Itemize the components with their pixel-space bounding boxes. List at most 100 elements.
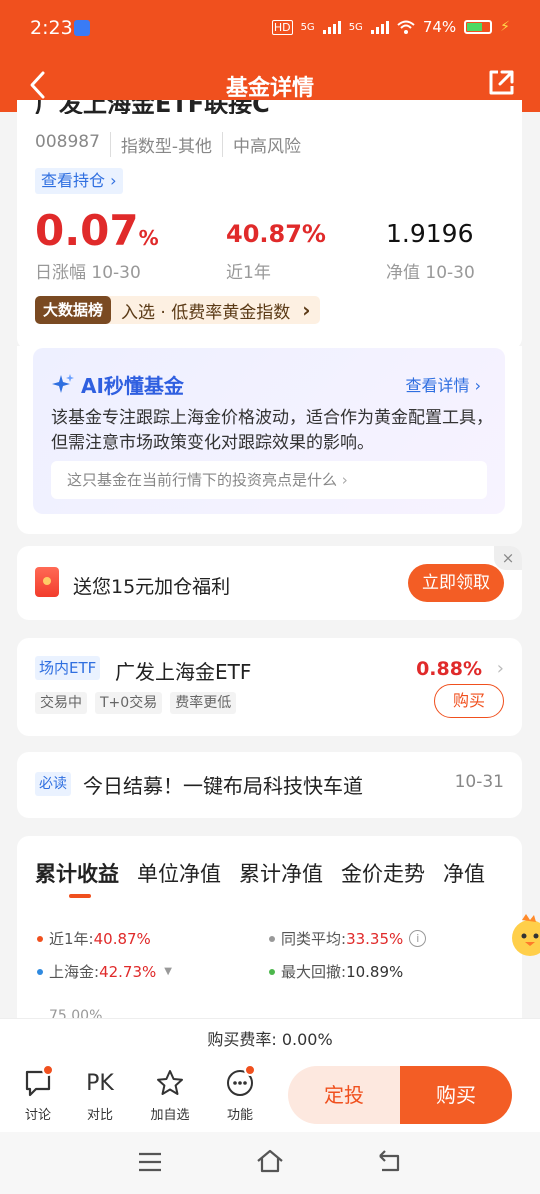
must-read-tag: 必读 (35, 772, 71, 796)
share-icon[interactable] (486, 68, 516, 98)
notification-dot (42, 1064, 54, 1076)
fund-risk: 中高风险 (222, 132, 301, 157)
view-holdings-label: 查看持仓 (41, 171, 106, 190)
home-icon[interactable] (255, 1148, 285, 1174)
tab-gold-price[interactable]: 金价走势 (341, 858, 425, 888)
fund-summary-card: 广发上海金ETF联接C 008987 指数型-其他 中高风险 查看持仓 › 0.… (17, 100, 522, 350)
signal-1-icon (322, 20, 341, 34)
ai-title: AI秒懂基金 (51, 370, 184, 399)
ai-details-label: 查看详情 (405, 376, 470, 395)
add-watchlist-label: 加自选 (150, 1108, 190, 1123)
add-watchlist-button[interactable]: 加自选 (140, 1068, 200, 1123)
tab-cumulative-return[interactable]: 累计收益 (35, 858, 119, 888)
promo-card: 送您15元加仓福利 立即领取 × (17, 546, 522, 620)
daily-change-unit: % (138, 226, 159, 250)
notification-dot (244, 1064, 256, 1076)
promo-text: 送您15元加仓福利 (73, 576, 231, 598)
discussion-label: 讨论 (24, 1108, 51, 1123)
daily-change-value: 0.07 (35, 206, 139, 255)
etf-card[interactable]: 场内ETF 广发上海金ETF 0.88% › 交易中 T+0交易 费率更低 购买 (17, 638, 522, 736)
battery-percent: 74% (422, 18, 457, 36)
year-return-label: 近1年 (226, 263, 271, 283)
chevron-right-icon: › (341, 471, 348, 489)
news-card[interactable]: 必读 今日结募！一键布局科技快车道 10-31 (17, 752, 522, 818)
compare-label: 对比 (86, 1108, 113, 1123)
auto-invest-button[interactable]: 定投 (288, 1066, 400, 1124)
legend-peer-average: 同类平均: 33.35% i (269, 928, 427, 949)
system-nav-bar (0, 1132, 540, 1194)
ai-summary-card: AI秒懂基金 查看详情 › 该基金专注跟踪上海金价格波动，适合作为黄金配置工具，… (17, 346, 522, 534)
legend-dot (269, 935, 275, 942)
wifi-icon (397, 20, 415, 34)
view-holdings-link[interactable]: 查看持仓 › (35, 168, 123, 194)
status-time: 2:23 (30, 17, 73, 39)
daily-change-metric: 0.07% 日涨幅 10-30 (35, 210, 159, 284)
ranking-banner[interactable]: 大数据榜 入选 · 低费率黄金指数 › (35, 296, 321, 324)
hd-icon: HD (271, 19, 293, 35)
chevron-right-icon: › (110, 171, 117, 190)
ai-details-link[interactable]: 查看详情 › (405, 372, 481, 396)
legend-label: 同类平均: (281, 930, 347, 948)
etf-chip: 交易中 (35, 692, 87, 714)
legend-value: 33.35% (346, 929, 404, 948)
compare-button[interactable]: PK 对比 (70, 1068, 130, 1123)
battery-icon (464, 20, 493, 34)
legend-label: 上海金: (49, 963, 100, 981)
legend-benchmark[interactable]: 上海金: 42.73% ▼ (37, 961, 172, 982)
legend-value: 10.89% (346, 962, 404, 981)
ranking-text: 入选 · 低费率黄金指数 (121, 302, 291, 323)
star-icon (157, 1070, 183, 1095)
claim-button[interactable]: 立即领取 (408, 564, 504, 602)
etf-tag: 场内ETF (35, 656, 101, 680)
chevron-right-icon: › (496, 658, 504, 679)
discussion-button[interactable]: 讨论 (8, 1064, 68, 1123)
ai-summary-text: 该基金专注跟踪上海金价格波动，适合作为黄金配置工具，但需注意市场政策变化对跟踪效… (51, 408, 493, 453)
functions-label: 功能 (226, 1108, 253, 1123)
mascot-icon[interactable] (508, 912, 540, 960)
network-1-label: 5G (300, 21, 315, 33)
purchase-fee-bar: 购买费率: 0.00% (0, 1018, 540, 1060)
red-envelope-icon (35, 567, 59, 597)
ai-title-label: AI秒懂基金 (81, 374, 184, 398)
fee-label: 购买费率: (207, 1030, 277, 1049)
menu-icon[interactable] (138, 1152, 162, 1172)
buy-button[interactable]: 购买 (400, 1066, 512, 1124)
nav-metric: 1.9196 净值 10-30 (386, 216, 475, 283)
legend-label: 最大回撤: (281, 963, 347, 981)
status-icons: HD 5G 5G 74% ⚡ (271, 18, 510, 36)
legend-dot (37, 968, 43, 975)
news-title: 今日结募！一键布局科技快车道 (83, 774, 363, 798)
fund-code: 008987 (35, 132, 100, 152)
etf-change: 0.88% (416, 658, 482, 680)
network-2-label: 5G (348, 21, 363, 33)
etf-buy-button[interactable]: 购买 (434, 684, 504, 718)
info-icon[interactable]: i (409, 930, 427, 947)
tab-accumulated-nav[interactable]: 累计净值 (239, 858, 323, 888)
pk-icon: PK (86, 1071, 114, 1096)
chart-tabs: 累计收益 单位净值 累计净值 金价走势 净值 (35, 858, 522, 888)
status-bar: 2:23 HD 5G 5G 74% ⚡ (0, 0, 540, 58)
performance-card: 累计收益 单位净值 累计净值 金价走势 净值 近1年: 40.87% 同类平均: 3… (17, 836, 522, 1036)
chevron-right-icon: › (474, 376, 481, 395)
ai-summary-box: AI秒懂基金 查看详情 › 该基金专注跟踪上海金价格波动，适合作为黄金配置工具，… (33, 348, 505, 514)
ai-question-prompt[interactable]: 这只基金在当前行情下的投资亮点是什么 › (51, 461, 487, 499)
page-title: 基金详情 (225, 76, 314, 101)
legend-value: 42.73% (99, 962, 157, 981)
signal-2-icon (370, 20, 389, 34)
etf-chip: T+0交易 (95, 692, 163, 714)
back-nav-icon[interactable] (376, 1150, 404, 1174)
app-notification-icon (74, 20, 90, 36)
daily-change-label: 日涨幅 10-30 (35, 263, 141, 283)
etf-chips: 交易中 T+0交易 费率更低 (35, 692, 237, 714)
ranking-badge: 大数据榜 (35, 296, 112, 324)
functions-button[interactable]: 功能 (210, 1064, 270, 1123)
fund-tags: 008987 指数型-其他 中高风险 (35, 132, 301, 157)
close-icon[interactable]: × (494, 546, 522, 570)
etf-chip: 费率更低 (170, 692, 237, 714)
tab-unit-nav[interactable]: 单位净值 (137, 858, 221, 888)
tab-nav[interactable]: 净值 (443, 858, 485, 888)
bottom-action-bar: 讨论 PK 对比 加自选 功能 定投 购买 (0, 1060, 540, 1132)
etf-name: 广发上海金ETF (115, 660, 252, 684)
nav-value: 1.9196 (386, 219, 474, 248)
year-return-metric: 40.87% 近1年 (226, 216, 326, 283)
